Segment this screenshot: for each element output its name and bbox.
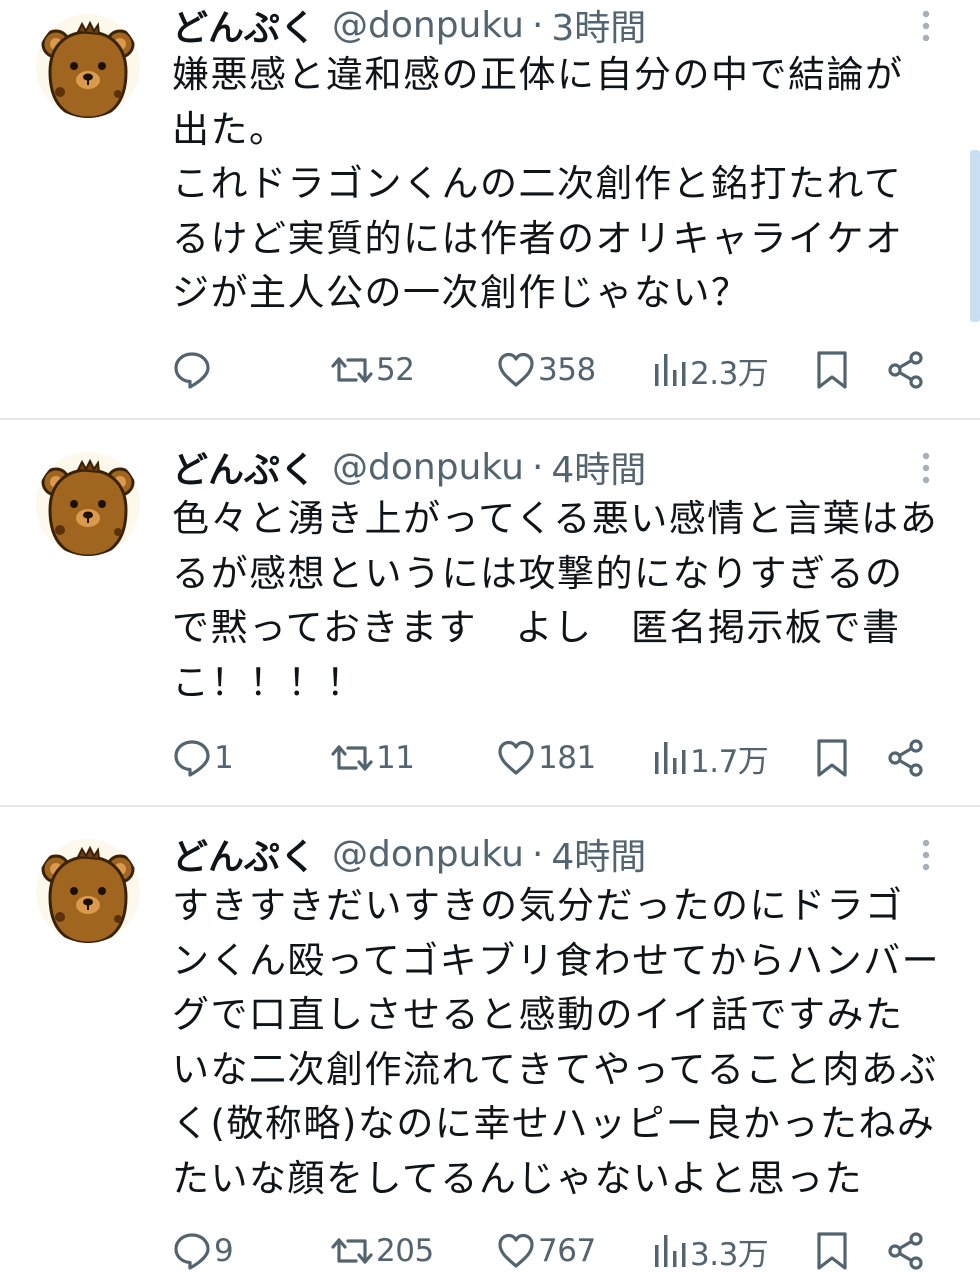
tweet[interactable]: どんぷく @donpuku · 4時間 すきすきだいすきの気分だったのにドラゴ …: [0, 807, 980, 1280]
avatar[interactable]: [36, 839, 140, 943]
heart-icon: [498, 1233, 534, 1268]
views-icon: [655, 354, 686, 386]
reply-button[interactable]: [172, 348, 214, 392]
view-count: 2.3万: [690, 355, 769, 392]
reply-count: 9: [214, 1233, 234, 1269]
bookmark-button[interactable]: [814, 1229, 850, 1273]
reply-button[interactable]: 1: [172, 736, 234, 780]
retweet-count: 205: [376, 1233, 434, 1269]
bear-avatar-icon: [36, 452, 140, 556]
timestamp[interactable]: 3時間: [551, 0, 646, 51]
timestamp[interactable]: 4時間: [551, 441, 646, 493]
action-bar: 1 11 181 1.7万: [0, 736, 980, 780]
more-vertical-icon[interactable]: [916, 6, 936, 46]
reply-button[interactable]: 9: [172, 1229, 234, 1273]
reply-icon: [174, 1233, 210, 1270]
like-count: 181: [538, 740, 596, 776]
share-icon: [888, 739, 923, 777]
display-name[interactable]: どんぷく: [172, 441, 316, 493]
avatar[interactable]: [36, 14, 140, 118]
share-button[interactable]: [886, 736, 926, 780]
tweet-text: 嫌悪感と違和感の正体に自分の中で結論が 出た。 これドラゴンくんの二次創作と銘打…: [172, 53, 904, 314]
like-count: 767: [538, 1233, 596, 1269]
display-name[interactable]: どんぷく: [172, 0, 316, 51]
separator: ·: [531, 4, 544, 46]
reply-icon: [174, 740, 210, 777]
timeline-feed: どんぷく @donpuku · 3時間 嫌悪感と違和感の正体に自分の中で結論が …: [0, 0, 980, 1280]
user-handle[interactable]: @donpuku: [332, 5, 524, 46]
bookmark-icon: [817, 351, 847, 389]
reply-count: 1: [214, 740, 234, 776]
reply-icon: [174, 352, 210, 389]
bookmark-icon: [817, 739, 847, 777]
views-button[interactable]: 1.7万: [652, 736, 769, 780]
timestamp[interactable]: 4時間: [551, 828, 646, 880]
retweet-button[interactable]: 11: [330, 736, 415, 780]
share-icon: [888, 351, 923, 389]
views-button[interactable]: 3.3万: [652, 1229, 769, 1273]
tweet-text: 色々と湧き上がってくる悪い感情と言葉はあ るが感想というには攻撃的になりすぎるの…: [172, 497, 939, 704]
user-handle[interactable]: @donpuku: [332, 447, 524, 488]
retweet-icon: [331, 1238, 373, 1264]
tweet[interactable]: どんぷく @donpuku · 3時間 嫌悪感と違和感の正体に自分の中で結論が …: [0, 0, 980, 418]
separator: ·: [531, 446, 544, 488]
retweet-count: 11: [376, 740, 415, 776]
tweet-header: どんぷく @donpuku · 4時間: [172, 442, 646, 492]
action-bar: 52 358 2.3万: [0, 348, 980, 392]
scrollbar[interactable]: [970, 150, 980, 322]
views-button[interactable]: 2.3万: [652, 348, 769, 392]
tweet-text: すきすきだいすきの気分だったのにドラゴ ンくん殴ってゴキブリ食わせてからハンバー…: [172, 884, 941, 1200]
user-handle[interactable]: @donpuku: [332, 834, 524, 875]
separator: ·: [531, 833, 544, 875]
more-vertical-icon[interactable]: [916, 448, 936, 488]
share-button[interactable]: [886, 348, 926, 392]
share-button[interactable]: [886, 1229, 926, 1273]
view-count: 1.7万: [690, 743, 769, 780]
views-icon: [655, 1235, 686, 1267]
like-button[interactable]: 181: [496, 736, 596, 780]
tweet-header: どんぷく @donpuku · 3時間: [172, 0, 646, 50]
bear-avatar-icon: [36, 14, 140, 118]
bear-avatar-icon: [36, 839, 140, 943]
like-button[interactable]: 358: [496, 348, 596, 392]
like-count: 358: [538, 352, 596, 388]
bookmark-button[interactable]: [814, 736, 850, 780]
retweet-button[interactable]: 52: [330, 348, 415, 392]
tweet[interactable]: どんぷく @donpuku · 4時間 色々と湧き上がってくる悪い感情と言葉はあ…: [0, 420, 980, 805]
bookmark-icon: [817, 1232, 847, 1270]
like-button[interactable]: 767: [496, 1229, 596, 1273]
display-name[interactable]: どんぷく: [172, 828, 316, 880]
views-icon: [655, 742, 686, 774]
bookmark-button[interactable]: [814, 348, 850, 392]
heart-icon: [498, 740, 534, 775]
more-vertical-icon[interactable]: [916, 835, 936, 875]
retweet-icon: [331, 745, 373, 771]
heart-icon: [498, 352, 534, 387]
action-bar: 9 205 767 3.3万: [0, 1229, 980, 1273]
retweet-button[interactable]: 205: [330, 1229, 434, 1273]
tweet-header: どんぷく @donpuku · 4時間: [172, 829, 646, 879]
view-count: 3.3万: [690, 1236, 769, 1273]
share-icon: [888, 1232, 923, 1270]
retweet-count: 52: [376, 352, 415, 388]
retweet-icon: [331, 357, 373, 383]
avatar[interactable]: [36, 452, 140, 556]
